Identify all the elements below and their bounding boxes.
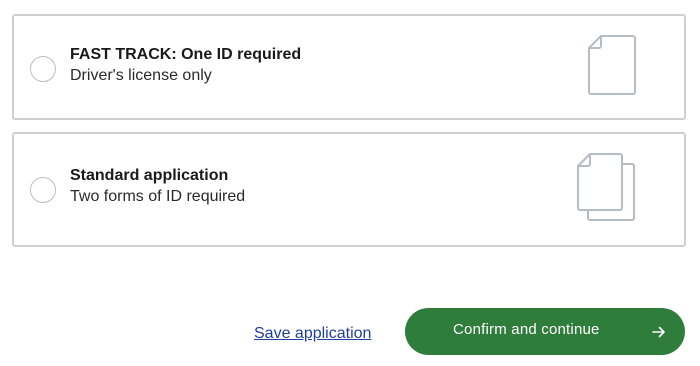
fast-track-title: FAST TRACK: One ID required	[70, 46, 302, 63]
standard-subtitle: Two forms of ID required	[70, 188, 246, 205]
standard-radio[interactable]	[30, 177, 56, 203]
standard-text: Standard application Two forms of ID req…	[70, 166, 245, 208]
confirm-and-continue-button[interactable]: Confirm and continue	[405, 308, 685, 355]
save-application-link[interactable]: Save application	[254, 324, 371, 344]
standard-option-card[interactable]: Standard application Two forms of ID req…	[12, 132, 686, 247]
fast-track-subtitle: Driver's license only	[70, 67, 212, 84]
fast-track-option-card[interactable]: FAST TRACK: One ID required Driver's lic…	[12, 14, 686, 120]
fast-track-radio[interactable]	[30, 56, 56, 82]
confirm-button-label: Confirm and continue	[453, 321, 600, 338]
single-document-icon	[588, 35, 636, 95]
standard-title: Standard application	[70, 167, 229, 184]
arrow-right-icon	[652, 326, 665, 338]
two-documents-icon	[577, 153, 635, 221]
fast-track-text: FAST TRACK: One ID required Driver's lic…	[70, 45, 301, 87]
id-option-page: FAST TRACK: One ID required Driver's lic…	[0, 0, 700, 366]
